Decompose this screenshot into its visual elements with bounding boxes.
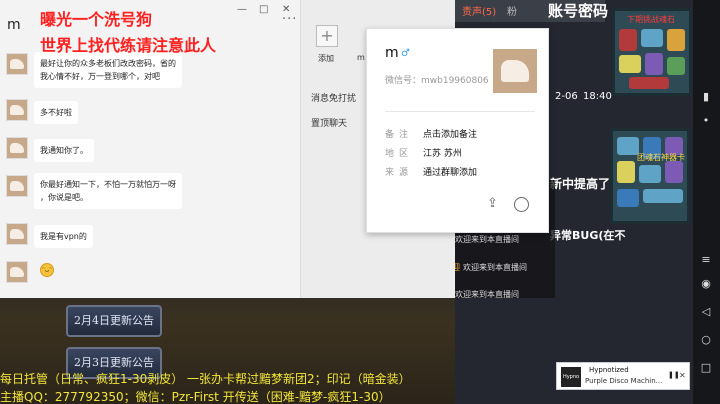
tab-fans[interactable]: 粉 (507, 3, 517, 18)
avatar[interactable] (6, 261, 28, 283)
ticker-line-2: 主播QQ：277792350；微信：Pzr-First 开传送（困难-黯梦-疯狂… (0, 390, 391, 404)
message-icon[interactable] (514, 197, 529, 212)
ticker-line-1: 每日托管（日常、疯狂1-30剥皮） 一张办卡帮过黯梦新团2；印记（暗金装） (0, 372, 411, 386)
male-icon: ♂ (401, 48, 410, 59)
list-item: 你最好通知一下，不怕一万就怕万一呀 ，你说是吧。 (34, 173, 182, 209)
list-item: 我通知你了。 (34, 139, 94, 162)
list-item: 最好让你的众多老板们改改密码，省的 我心情不好，万一登到哪个，对吧 (34, 52, 182, 88)
date-text: 2-06 (555, 91, 578, 102)
recent-icon[interactable]: □ (699, 361, 713, 375)
add-label: 添加 (318, 54, 334, 63)
home-icon[interactable]: ○ (699, 333, 713, 347)
overlay-warning-1: 曝光一个洗号狗 (40, 10, 153, 29)
avatar[interactable] (6, 99, 28, 121)
region-value: 江苏 苏州 (423, 149, 462, 159)
chat-line: 欢迎来到本直播间 (455, 290, 519, 299)
smile-emoji-icon: ᵔᴗᵔ (40, 263, 54, 277)
music-card[interactable]: Hypno Hypnotized Purple Disco Machin... … (556, 362, 690, 390)
maximize-button[interactable]: □ (259, 4, 268, 15)
remark-value[interactable]: 点击添加备注 (423, 127, 477, 140)
contact-name: m (7, 17, 21, 33)
song-title: Hypnotized (589, 366, 629, 374)
chat-line: 欢迎来到本直播间 (455, 235, 519, 244)
list-item: 我是有vpn的 (34, 225, 93, 248)
avatar[interactable] (6, 137, 28, 159)
game-notice-text: 新中提高了 (550, 177, 611, 191)
song-artist: Purple Disco Machin... (585, 377, 663, 385)
profile-name: m (385, 45, 399, 61)
dot-icon: • (702, 114, 710, 127)
close-icon[interactable]: ✕ (679, 371, 686, 380)
source-key: 来源 (385, 168, 414, 178)
album-cover: Hypno (561, 367, 581, 387)
announce-button-1[interactable]: 2月4日更新公告 (66, 305, 162, 337)
profile-card: m ♂ 微信号：mwb19960806 备注 点击添加备注 地区 江苏 苏州 来… (366, 28, 549, 233)
back-icon[interactable]: ◁ (699, 305, 713, 319)
divider (385, 111, 535, 112)
wechat-id: 微信号：mwb19960806 (385, 76, 489, 86)
game-bug-text: 异常BUG(在不 (550, 229, 626, 242)
profile-avatar[interactable] (493, 49, 537, 93)
menu-icon[interactable]: ≡ (699, 253, 713, 267)
list-item: 多不好啦 (34, 101, 78, 124)
puzzle-board-2 (610, 128, 690, 224)
tab-responsibility[interactable]: 责声(5) (462, 3, 496, 18)
pin-option[interactable]: 置顶聊天 (311, 116, 347, 129)
region-key: 地区 (385, 149, 414, 159)
mute-option[interactable]: 消息免打扰 (311, 91, 356, 104)
avatar[interactable] (6, 53, 28, 75)
overlay-warning-2: 世界上找代练请注意此人 (40, 36, 217, 55)
add-member-button[interactable]: + (316, 25, 338, 47)
minimize-button[interactable]: — (237, 4, 247, 15)
signal-icon: ▮ (702, 90, 710, 103)
time-text: 18:40 (583, 91, 612, 102)
record-icon[interactable]: ◉ (699, 277, 713, 291)
more-icon[interactable]: ··· (282, 12, 297, 27)
puzzle-label-2: 团魂石神器卡 (637, 153, 685, 162)
puzzle-label-1: 下期挑战魂石 (627, 15, 675, 24)
source-value: 通过群聊添加 (423, 168, 478, 178)
password-title: 账号密码 (548, 2, 609, 20)
avatar[interactable] (6, 223, 28, 245)
member-label: m (357, 53, 365, 62)
chat-line: 欢迎来到本直播间 (463, 263, 527, 272)
remark-key: 备注 (385, 130, 414, 140)
avatar[interactable] (6, 175, 28, 197)
pause-icon[interactable]: ❚❚ (668, 371, 680, 379)
share-icon[interactable]: ⇪ (487, 196, 501, 212)
